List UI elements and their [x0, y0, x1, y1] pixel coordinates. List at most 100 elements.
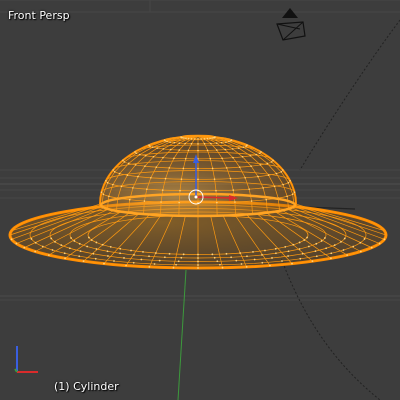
brim-vertex: [109, 245, 112, 248]
dome-vertex: [275, 172, 278, 175]
dome-vertex: [108, 195, 110, 198]
dome-vertex: [215, 142, 218, 144]
brim-vertex: [230, 256, 233, 259]
cylinder-mesh[interactable]: [8, 134, 388, 270]
dome-vertex: [148, 144, 150, 146]
dome-vertex: [120, 185, 123, 188]
brim-vertex: [50, 237, 53, 240]
dome-vertex: [215, 189, 217, 192]
dome-vertex: [232, 156, 234, 159]
brim-vertex: [275, 252, 277, 255]
dome-vertex: [169, 141, 171, 143]
dome-vertex: [134, 164, 137, 166]
brim-vertex: [342, 249, 345, 251]
dome-vertex: [162, 148, 165, 150]
dome-vertex: [178, 201, 180, 204]
brim-vertex: [88, 236, 90, 239]
brim-vertex: [90, 239, 93, 241]
dome-vertex: [178, 142, 181, 144]
dome-vertex: [143, 200, 146, 202]
viewport-scene[interactable]: [0, 0, 400, 400]
brim-vertex: [235, 259, 238, 262]
dome-vertex: [242, 146, 245, 148]
dome-vertex: [197, 142, 199, 145]
dome-vertex: [173, 157, 175, 160]
dome-vertex: [259, 164, 262, 166]
dome-vertex: [112, 169, 114, 171]
dome-vertex: [282, 169, 284, 171]
dome-vertex: [258, 152, 261, 155]
brim-vertex: [140, 258, 143, 261]
dome-vertex: [250, 200, 253, 202]
brim-vertex: [172, 266, 175, 269]
dome-vertex: [241, 156, 244, 158]
brim-vertex: [359, 250, 362, 253]
brim-vertex: [101, 243, 104, 246]
dome-vertex: [234, 201, 236, 203]
3d-viewport[interactable]: Front Persp (1) Cylinder: [0, 0, 400, 400]
dome-vertex: [127, 162, 130, 165]
brim-vertex: [132, 261, 135, 264]
dome-vertex: [216, 201, 218, 204]
brim-vertex: [107, 255, 109, 257]
brim-vertex: [95, 248, 98, 250]
brim-vertex: [271, 257, 273, 259]
brim-vertex: [197, 267, 199, 269]
dome-vertex: [183, 137, 185, 139]
dome-vertex: [220, 141, 223, 144]
dome-vertex: [156, 147, 159, 149]
brim-vertex: [130, 249, 132, 252]
dome-vertex: [260, 151, 262, 153]
brim-vertex: [148, 265, 151, 268]
dome-vertex: [267, 174, 270, 176]
brim-vertex: [291, 262, 293, 265]
brim-vertex: [47, 254, 50, 256]
dome-vertex: [206, 137, 209, 140]
brim-vertex: [314, 250, 317, 253]
camera-icon[interactable]: [276, 8, 306, 41]
brim-vertex: [51, 249, 54, 251]
brim-vertex: [86, 245, 89, 248]
dome-vertex: [273, 185, 276, 188]
brim-vertex: [70, 237, 72, 239]
brim-vertex: [269, 264, 271, 267]
brim-vertex: [315, 242, 318, 245]
camera-triangle: [282, 8, 298, 18]
brim-vertex: [64, 257, 66, 260]
dome-vertex: [102, 193, 105, 196]
dome-vertex: [185, 137, 187, 140]
dome-vertex: [163, 139, 166, 141]
dome-vertex: [293, 191, 296, 193]
dome-vertex: [211, 167, 214, 170]
dome-vertex: [266, 162, 269, 165]
dome-vertex: [193, 138, 196, 140]
brim-vertex: [41, 245, 44, 248]
brim-vertex: [274, 247, 277, 250]
object-origin-dot: [194, 195, 198, 199]
brim-vertex: [73, 240, 76, 242]
dome-vertex: [287, 181, 290, 184]
dome-vertex: [184, 142, 186, 145]
dome-vertex: [197, 167, 199, 170]
dome-vertex: [232, 189, 235, 191]
dome-vertex: [262, 187, 264, 189]
dome-vertex: [197, 178, 199, 181]
active-object-label: (1) Cylinder: [54, 380, 119, 393]
dome-vertex: [180, 136, 182, 138]
brim-vertex: [211, 253, 214, 256]
dome-vertex: [250, 165, 252, 167]
brim-vertex: [306, 236, 308, 239]
dome-vertex: [244, 176, 246, 179]
brim-vertex: [340, 240, 342, 243]
dome-vertex: [231, 148, 234, 150]
brim-vertex: [225, 252, 228, 255]
dome-vertex: [249, 154, 252, 157]
brim-vertex: [95, 241, 98, 244]
brim-vertex: [378, 242, 381, 245]
manipulator-x-handle[interactable]: [195, 196, 233, 199]
brim-vertex: [383, 238, 386, 241]
brim-vertex: [30, 238, 33, 240]
brim-vertex: [346, 254, 349, 256]
dome-vertex: [228, 140, 230, 143]
dome-vertex: [206, 149, 209, 152]
